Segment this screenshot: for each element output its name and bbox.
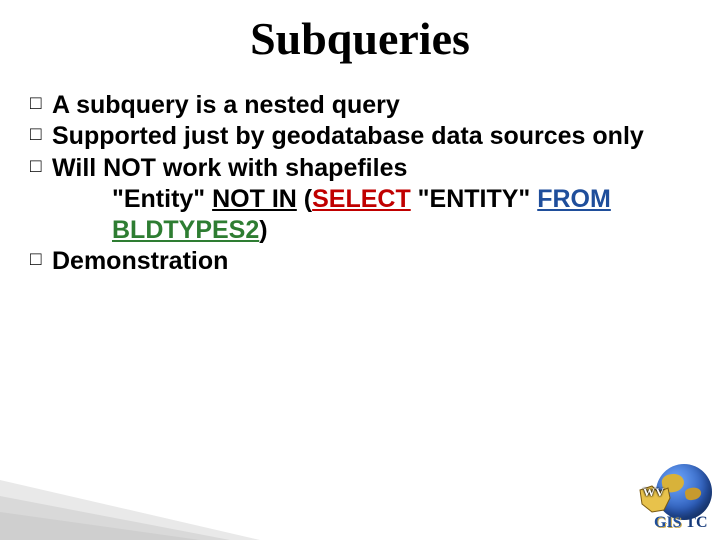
code-keyword-notin: NOT IN (212, 185, 297, 213)
bullet-text: Supported just by geodatabase data sourc… (52, 121, 690, 152)
code-table: BLDTYPES2 (112, 216, 259, 244)
wv-gis-tc-logo: WV GIS TC (638, 464, 712, 532)
code-literal: "ENTITY" (411, 185, 538, 213)
logo-text: GIS TC (654, 514, 708, 532)
slide: Subqueries □ A subquery is a nested quer… (0, 0, 720, 540)
square-bullet-icon: □ (30, 246, 52, 274)
bullet-text: A subquery is a nested query (52, 90, 690, 121)
logo-tc: TC (682, 514, 708, 531)
triangle-decor-icon (0, 450, 280, 540)
code-literal: "Entity" (112, 185, 212, 213)
square-bullet-icon: □ (30, 153, 52, 181)
bullet-item: □ Demonstration (30, 246, 690, 277)
bullet-item: □ Supported just by geodatabase data sou… (30, 121, 690, 152)
square-bullet-icon: □ (30, 90, 52, 118)
corner-decor (0, 450, 280, 540)
code-text: "Entity" NOT IN (SELECT "ENTITY" FROM BL… (52, 184, 690, 247)
code-paren: ) (259, 216, 267, 244)
slide-title: Subqueries (0, 12, 720, 65)
logo-gis: GIS (654, 514, 682, 531)
code-line: "Entity" NOT IN (SELECT "ENTITY" FROM BL… (30, 184, 690, 247)
code-paren: ( (297, 185, 312, 213)
code-keyword-select: SELECT (312, 185, 411, 213)
slide-body: □ A subquery is a nested query □ Support… (30, 90, 690, 278)
bullet-text: Demonstration (52, 246, 690, 277)
square-bullet-icon: □ (30, 121, 52, 149)
wv-label: WV (643, 485, 665, 500)
bullet-item: □ Will NOT work with shapefiles (30, 153, 690, 184)
bullet-text: Will NOT work with shapefiles (52, 153, 690, 184)
code-keyword-from: FROM (537, 185, 611, 213)
bullet-item: □ A subquery is a nested query (30, 90, 690, 121)
